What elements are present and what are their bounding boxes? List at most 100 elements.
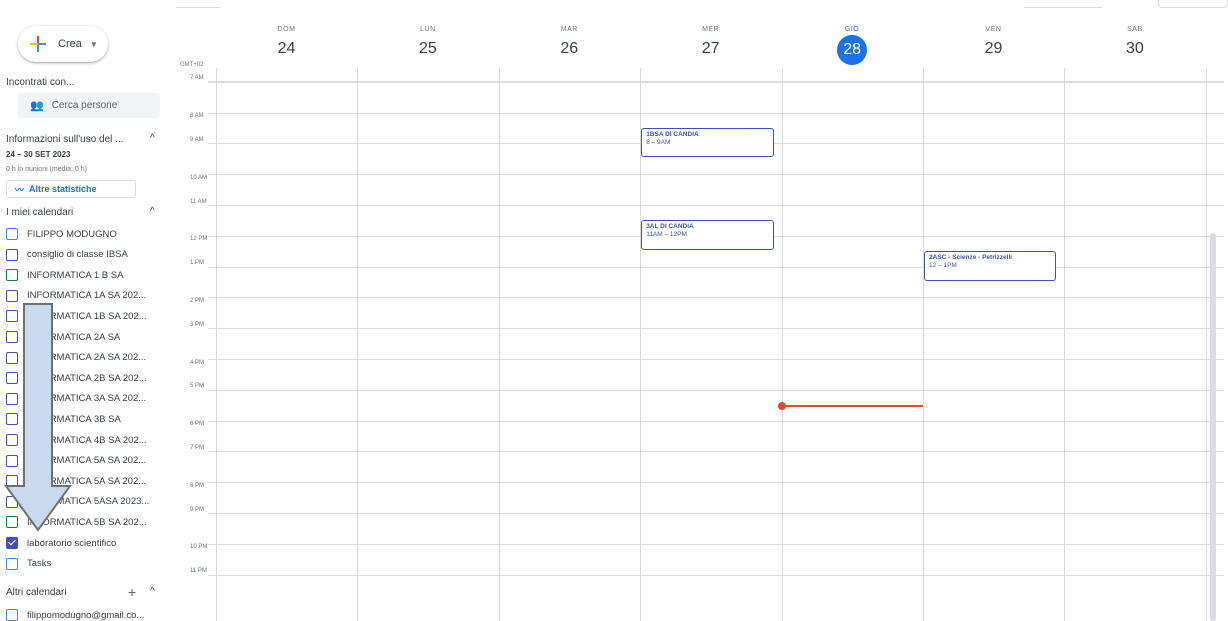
usage-range: 24 – 30 SET 2023 [6,150,71,159]
calendar-checkbox[interactable] [6,392,18,405]
calendar-label: INFORMATICA 5A SA 202... [27,455,147,467]
hour-label: 9 PM [190,506,205,513]
calendar-checkbox[interactable] [6,495,18,508]
day-column-divider [923,68,924,621]
add-calendar-icon[interactable]: + [128,584,136,600]
more-stats-label: Altre statistiche [29,184,97,194]
day-header[interactable]: VEN 29 [923,26,1064,59]
calendar-item[interactable]: filippomodugno@gmail.co... [6,606,144,621]
more-stats-button[interactable]: 〰 Altre statistiche [6,180,136,198]
other-calendars-title[interactable]: Altri calendari [6,587,67,598]
calendar-item[interactable]: INFORMATICA 3B SA [6,410,121,428]
calendar-checkbox[interactable] [6,557,18,570]
hour-line [208,81,1224,83]
day-column-divider [357,68,359,621]
day-header[interactable]: LUN 25 [357,26,498,59]
day-header[interactable]: GIO 28 [782,26,923,65]
calendar-label: INFORMATICA 2A SA [27,331,121,343]
day-name: LUN [420,26,436,33]
event-title: 1BSA DI CANDIA [646,130,699,138]
calendar-item[interactable]: INFORMATICA 1B SA 202... [6,307,147,325]
hour-line [208,513,1224,515]
calendar-item[interactable]: INFORMATICA 4B SA 202... [6,431,147,449]
calendar-checkbox[interactable] [6,351,18,364]
calendar-item[interactable]: INFORMATICA 5ASA 2023... [6,493,149,511]
calendar-checkbox[interactable] [6,454,18,467]
hour-label: 7 AM [190,75,204,82]
day-number[interactable]: 25 [357,39,498,59]
chevron-up-icon[interactable]: ^ [150,586,155,597]
event-time: 11AM – 12PM [646,231,687,239]
chevron-up-icon[interactable]: ^ [150,133,155,144]
calendar-item[interactable]: consiglio di classe IBSA [6,246,128,264]
calendar-checkbox[interactable] [6,516,18,529]
calendar-item[interactable]: Tasks [6,555,51,573]
calendar-checkbox[interactable] [6,228,18,240]
calendar-checkbox[interactable] [6,289,18,302]
timezone-label: GMT+02 [180,62,204,68]
week-view: DOM 24 LUN 25 MAR 26 MER 27 GIO 28 VEN 29 SAB 30 GMT+… [176,0,1228,621]
search-people-input[interactable]: 👥 Cerca persone [18,93,160,118]
hour-line [208,328,1224,330]
day-header[interactable]: MAR 26 [499,26,640,59]
my-calendars-title[interactable]: I miei calendari [6,207,73,218]
hour-line [208,420,1224,422]
hour-label: 11 AM [190,198,207,205]
day-number[interactable]: 29 [923,39,1064,59]
calendar-event[interactable]: 2ASC - Scienze - Petrizzelli 12 – 1PM [924,250,1057,281]
day-number[interactable]: 30 [1064,39,1205,59]
calendar-label: INFORMATICA 5A SA 202... [27,475,147,487]
day-column-divider [1205,68,1207,621]
day-header[interactable]: SAB 30 [1064,26,1205,59]
calendar-item[interactable]: INFORMATICA 1 B SA [6,266,123,284]
calendar-item[interactable]: INFORMATICA 1A SA 202... [6,287,146,305]
calendar-checkbox[interactable] [6,475,18,488]
hour-label: 3 PM [190,321,205,328]
current-time-dot [777,402,786,411]
calendar-checkbox[interactable] [6,248,18,261]
calendar-item[interactable]: INFORMATICA 2B SA 202... [6,369,147,387]
event-title: 3AL DI CANDIA [646,223,694,231]
day-header[interactable]: MER 27 [640,26,781,59]
calendar-item[interactable]: INFORMATICA 5A SA 202... [6,452,146,470]
calendar-item[interactable]: INFORMATICA 5A SA 202... [6,472,146,490]
trend-icon: 〰 [15,184,25,195]
day-name: MER [702,26,720,33]
calendar-item[interactable]: INFORMATICA 2A SA 202... [6,349,146,367]
calendar-item[interactable]: INFORMATICA 2A SA [6,328,120,346]
calendar-event[interactable]: 1BSA DI CANDIA 8 – 9AM [641,127,774,158]
calendar-checkbox[interactable] [6,372,18,385]
day-header[interactable]: DOM 24 [216,26,357,59]
calendar-item[interactable]: laboratorio scientifico [6,534,116,552]
calendar-checkbox[interactable] [6,434,18,446]
calendar-checkbox[interactable] [6,537,18,549]
calendar-event[interactable]: 3AL DI CANDIA 11AM – 12PM [641,220,774,250]
day-number[interactable]: 28 [837,35,868,65]
day-number[interactable]: 26 [499,39,640,59]
meet-with-title: Incontrati con... [6,77,75,88]
day-column-divider [498,68,500,621]
calendar-checkbox[interactable] [6,609,18,621]
plus-icon [30,36,46,52]
calendar-item[interactable]: INFORMATICA 5B SA 202... [6,513,147,531]
calendar-checkbox[interactable] [6,269,18,282]
calendar-item[interactable]: INFORMATICA 3A SA 202... [6,390,146,408]
calendar-label: INFORMATICA 1B SA 202... [27,310,147,322]
create-button[interactable]: Crea ▼ [18,26,108,62]
day-number[interactable]: 27 [640,39,781,59]
day-number[interactable]: 24 [216,39,357,59]
chevron-up-icon[interactable]: ^ [150,206,155,217]
current-time-line [781,405,923,408]
time-grid[interactable]: 1BSA DI CANDIA 8 – 9AM 3AL DI CANDIA 11AM –… [208,68,1224,621]
scrollbar[interactable] [1210,233,1216,621]
search-people-placeholder: Cerca persone [51,100,118,111]
calendar-checkbox[interactable] [6,331,18,343]
calendar-item[interactable]: FILIPPO MODUGNO [6,225,117,243]
calendar-checkbox[interactable] [6,413,18,426]
day-column-divider [781,68,783,621]
sidebar: Crea ▼ Incontrati con... 👥 Cerca persone… [0,0,176,621]
hour-line [208,482,1224,484]
hour-label: 8 PM [190,482,205,489]
day-name: VEN [985,26,1002,33]
calendar-checkbox[interactable] [6,310,18,323]
